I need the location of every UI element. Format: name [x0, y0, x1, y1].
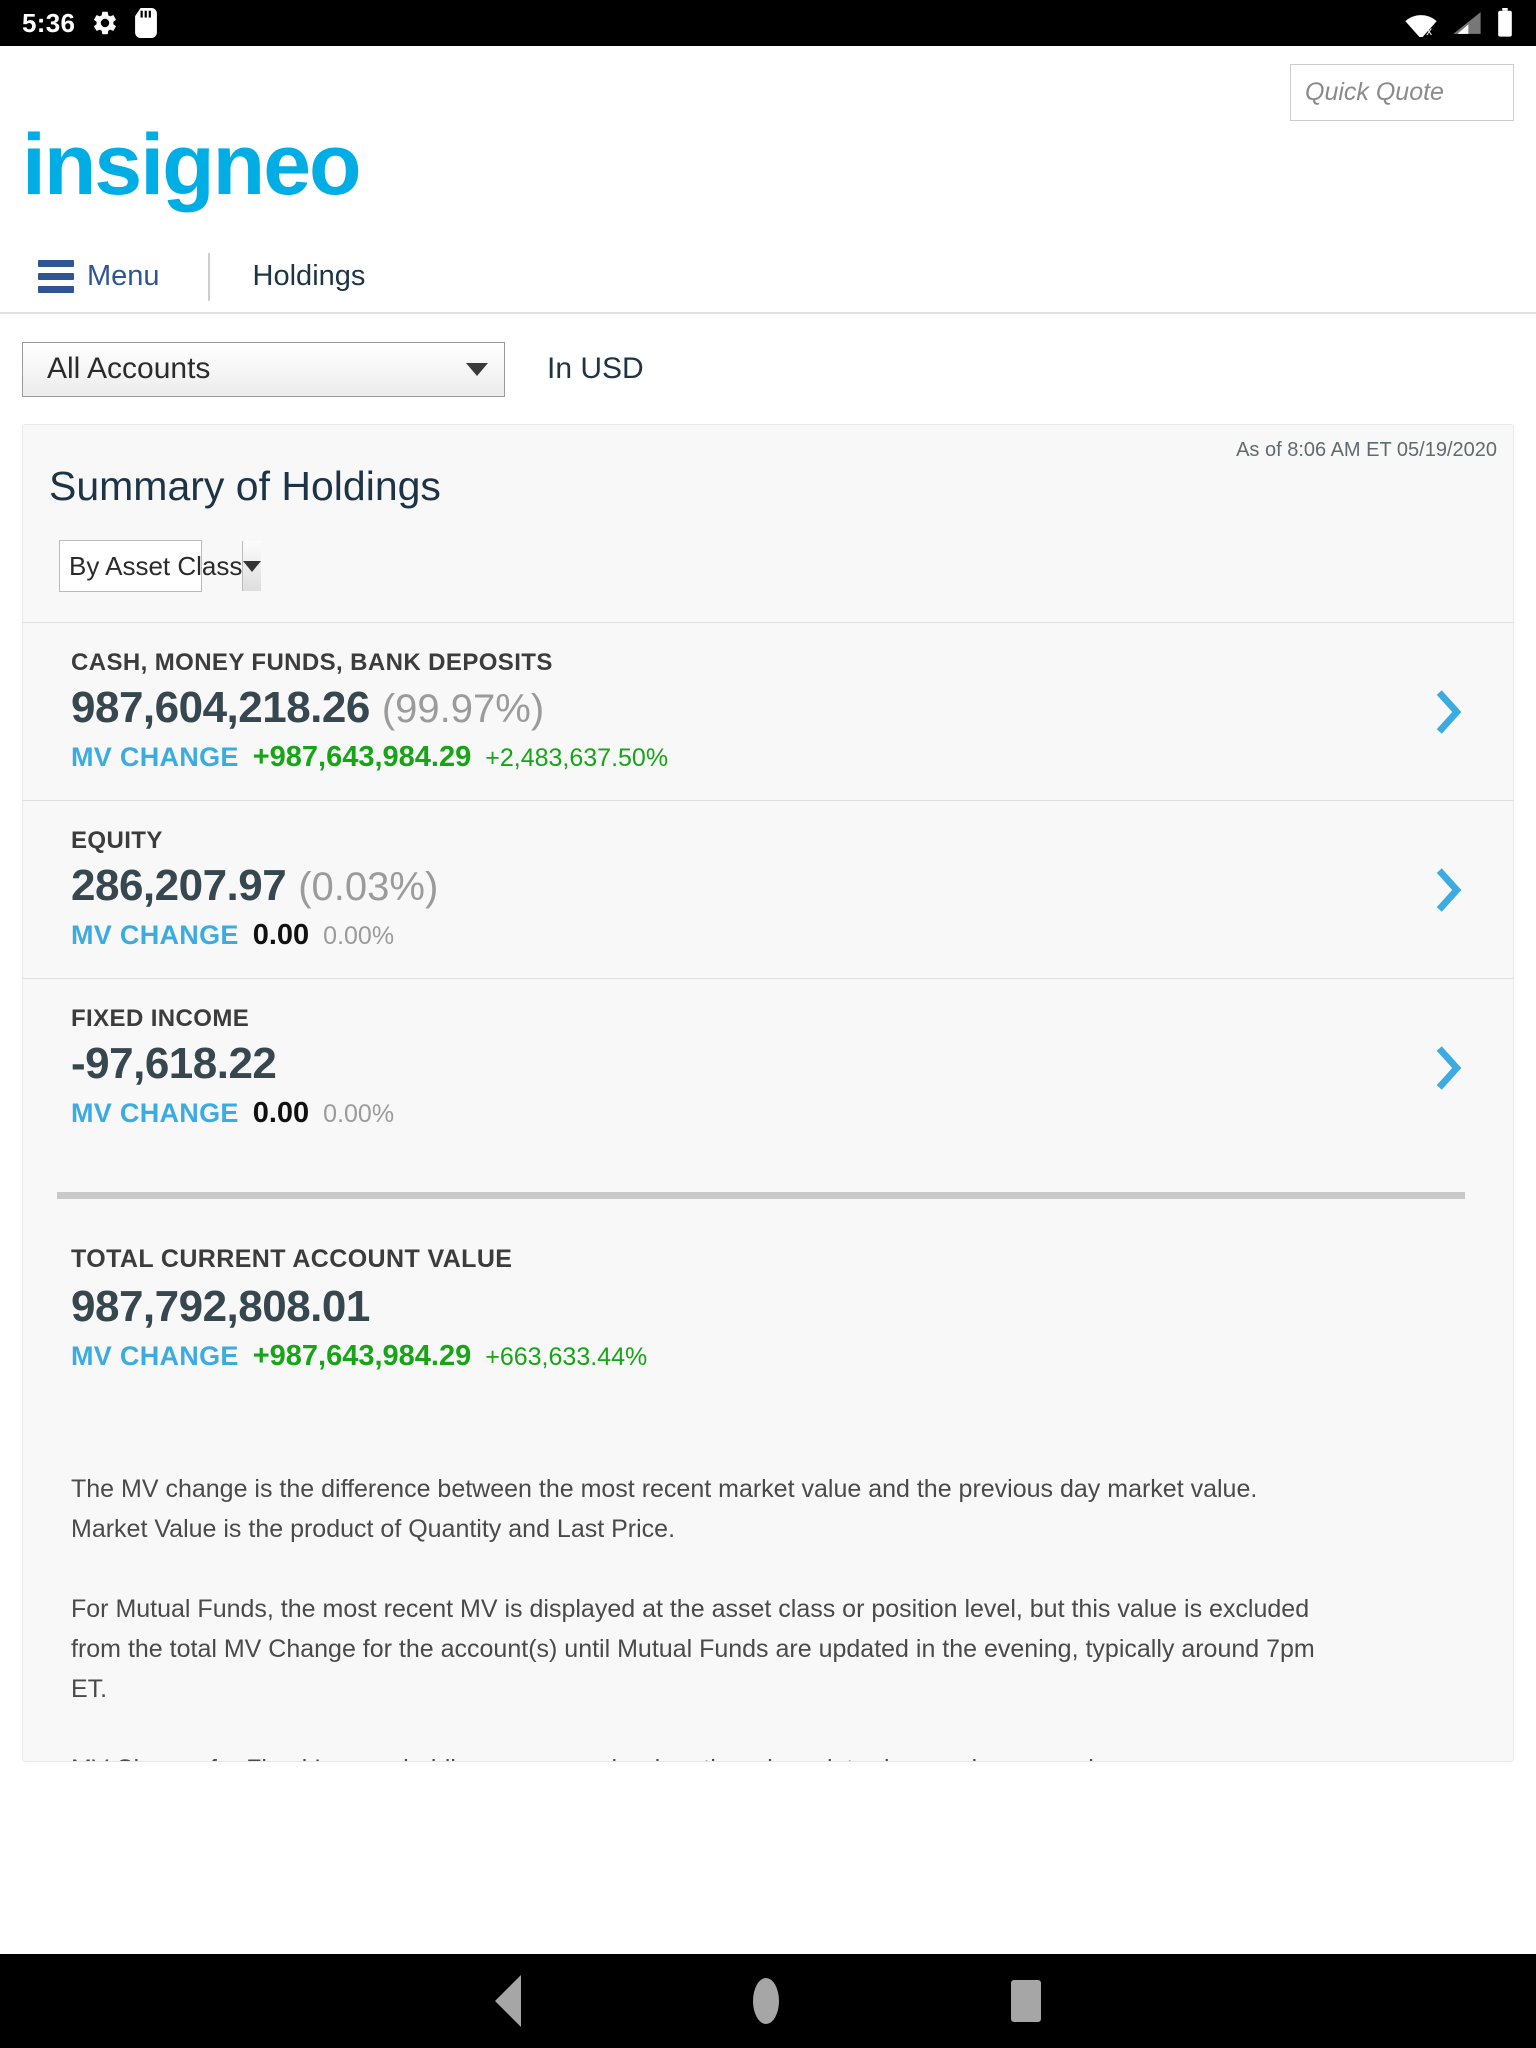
mv-change-percent: 0.00%: [323, 1100, 395, 1128]
android-nav-bar: [0, 1954, 1536, 2048]
chevron-right-icon[interactable]: [1435, 867, 1465, 912]
note-paragraph-3: MV Change for Fixed Income holdings occu…: [71, 1749, 1331, 1761]
chevron-right-icon[interactable]: [1435, 1045, 1465, 1090]
mv-change-label: MV CHANGE: [71, 920, 239, 950]
mv-change-line: MV CHANGE 0.00 0.00%: [71, 1097, 1513, 1130]
asset-class-allocation: (0.03%): [298, 865, 439, 909]
note-paragraph-2: For Mutual Funds, the most recent MV is …: [71, 1595, 1315, 1703]
filter-bar: All Accounts In USD: [0, 314, 1536, 424]
asset-class-label: CASH, MONEY FUNDS, BANK DEPOSITS: [71, 649, 553, 676]
home-icon[interactable]: [753, 1978, 779, 2024]
mv-change-amount: +987,643,984.29: [252, 741, 472, 773]
page-title: Summary of Holdings: [49, 463, 441, 509]
chevron-down-icon[interactable]: [242, 541, 262, 591]
quick-quote-input[interactable]: [1305, 78, 1536, 107]
asset-class-allocation: (99.97%): [381, 687, 545, 731]
asset-class-value: 286,207.97: [71, 861, 287, 910]
total-account-value-block: TOTAL CURRENT ACCOUNT VALUE 987,792,808.…: [23, 1199, 1513, 1373]
gear-icon: [91, 9, 119, 37]
account-select-value: All Accounts: [47, 352, 211, 385]
total-value: 987,792,808.01: [71, 1282, 370, 1331]
asset-class-label: EQUITY: [71, 827, 163, 854]
breadcrumb: Holdings: [252, 260, 366, 292]
cell-signal-icon: [1452, 10, 1482, 36]
note-paragraph-1: The MV change is the difference between …: [71, 1475, 1258, 1543]
asset-class-value-line: 987,604,218.26 (99.97%): [71, 683, 1513, 733]
asset-class-value: 987,604,218.26: [71, 683, 370, 732]
total-mv-change-line: MV CHANGE +987,643,984.29 +663,633.44%: [71, 1340, 1513, 1373]
menu-button[interactable]: Menu: [38, 260, 160, 293]
android-status-bar: 5:36 x: [0, 0, 1536, 46]
mv-change-label: MV CHANGE: [71, 1098, 239, 1128]
summary-of-holdings-card: As of 8:06 AM ET 05/19/2020 Summary of H…: [22, 424, 1514, 1762]
recents-icon[interactable]: [1011, 1980, 1041, 2022]
mv-change-line: MV CHANGE 0.00 0.00%: [71, 919, 1513, 952]
total-mv-change-amount: +987,643,984.29: [252, 1340, 472, 1372]
total-divider: [57, 1192, 1465, 1199]
sd-card-icon: [135, 8, 158, 38]
app-viewport: insigneo Menu Holdings All Accounts In U…: [0, 46, 1536, 1954]
total-label: TOTAL CURRENT ACCOUNT VALUE: [71, 1245, 513, 1273]
wifi-off-icon: x: [1404, 9, 1438, 37]
currency-label: In USD: [547, 352, 644, 385]
mv-change-amount: 0.00: [252, 919, 310, 951]
account-select[interactable]: All Accounts: [22, 341, 505, 397]
table-row[interactable]: FIXED INCOME -97,618.22 MV CHANGE 0.00 0…: [23, 978, 1513, 1156]
mv-change-amount: 0.00: [252, 1097, 310, 1129]
asset-class-list: CASH, MONEY FUNDS, BANK DEPOSITS 987,604…: [23, 622, 1513, 1156]
total-mv-change-percent: +663,633.44%: [485, 1343, 648, 1371]
chevron-right-icon[interactable]: [1435, 689, 1465, 734]
menu-button-label: Menu: [87, 260, 160, 292]
insigneo-logo: insigneo: [22, 117, 362, 213]
quick-quote-box[interactable]: [1290, 64, 1536, 121]
status-bar-clock: 5:36: [22, 7, 76, 38]
back-icon[interactable]: [495, 1975, 521, 2027]
group-by-value: By Asset Class: [69, 550, 243, 581]
asset-class-value-line: -97,618.22: [71, 1039, 1513, 1089]
as-of-timestamp: As of 8:06 AM ET 05/19/2020: [1236, 439, 1497, 461]
hamburger-icon[interactable]: [38, 260, 74, 293]
asset-class-label: FIXED INCOME: [71, 1005, 250, 1032]
mv-change-label: MV CHANGE: [71, 1341, 239, 1371]
mv-change-label: MV CHANGE: [71, 742, 239, 772]
battery-icon: [1496, 8, 1514, 38]
status-bar-left: 5:36: [22, 7, 158, 39]
table-row[interactable]: CASH, MONEY FUNDS, BANK DEPOSITS 987,604…: [23, 622, 1513, 800]
mv-change-percent: 0.00%: [323, 922, 395, 950]
menu-bar: Menu Holdings: [0, 241, 1536, 314]
asset-class-value: -97,618.22: [71, 1039, 277, 1088]
table-row[interactable]: EQUITY 286,207.97 (0.03%) MV CHANGE 0.00…: [23, 800, 1513, 978]
disclaimer-notes: The MV change is the difference between …: [23, 1373, 1513, 1761]
mv-change-line: MV CHANGE +987,643,984.29 +2,483,637.50%: [71, 741, 1513, 774]
status-bar-right: x: [1404, 8, 1514, 38]
svg-text:x: x: [1426, 25, 1432, 37]
group-by-select[interactable]: By Asset Class: [59, 540, 262, 592]
mv-change-percent: +2,483,637.50%: [485, 744, 669, 772]
menu-divider: [207, 252, 210, 301]
chevron-down-icon: [466, 362, 488, 376]
app-header: insigneo: [0, 46, 1536, 241]
asset-class-value-line: 286,207.97 (0.03%): [71, 861, 1513, 911]
